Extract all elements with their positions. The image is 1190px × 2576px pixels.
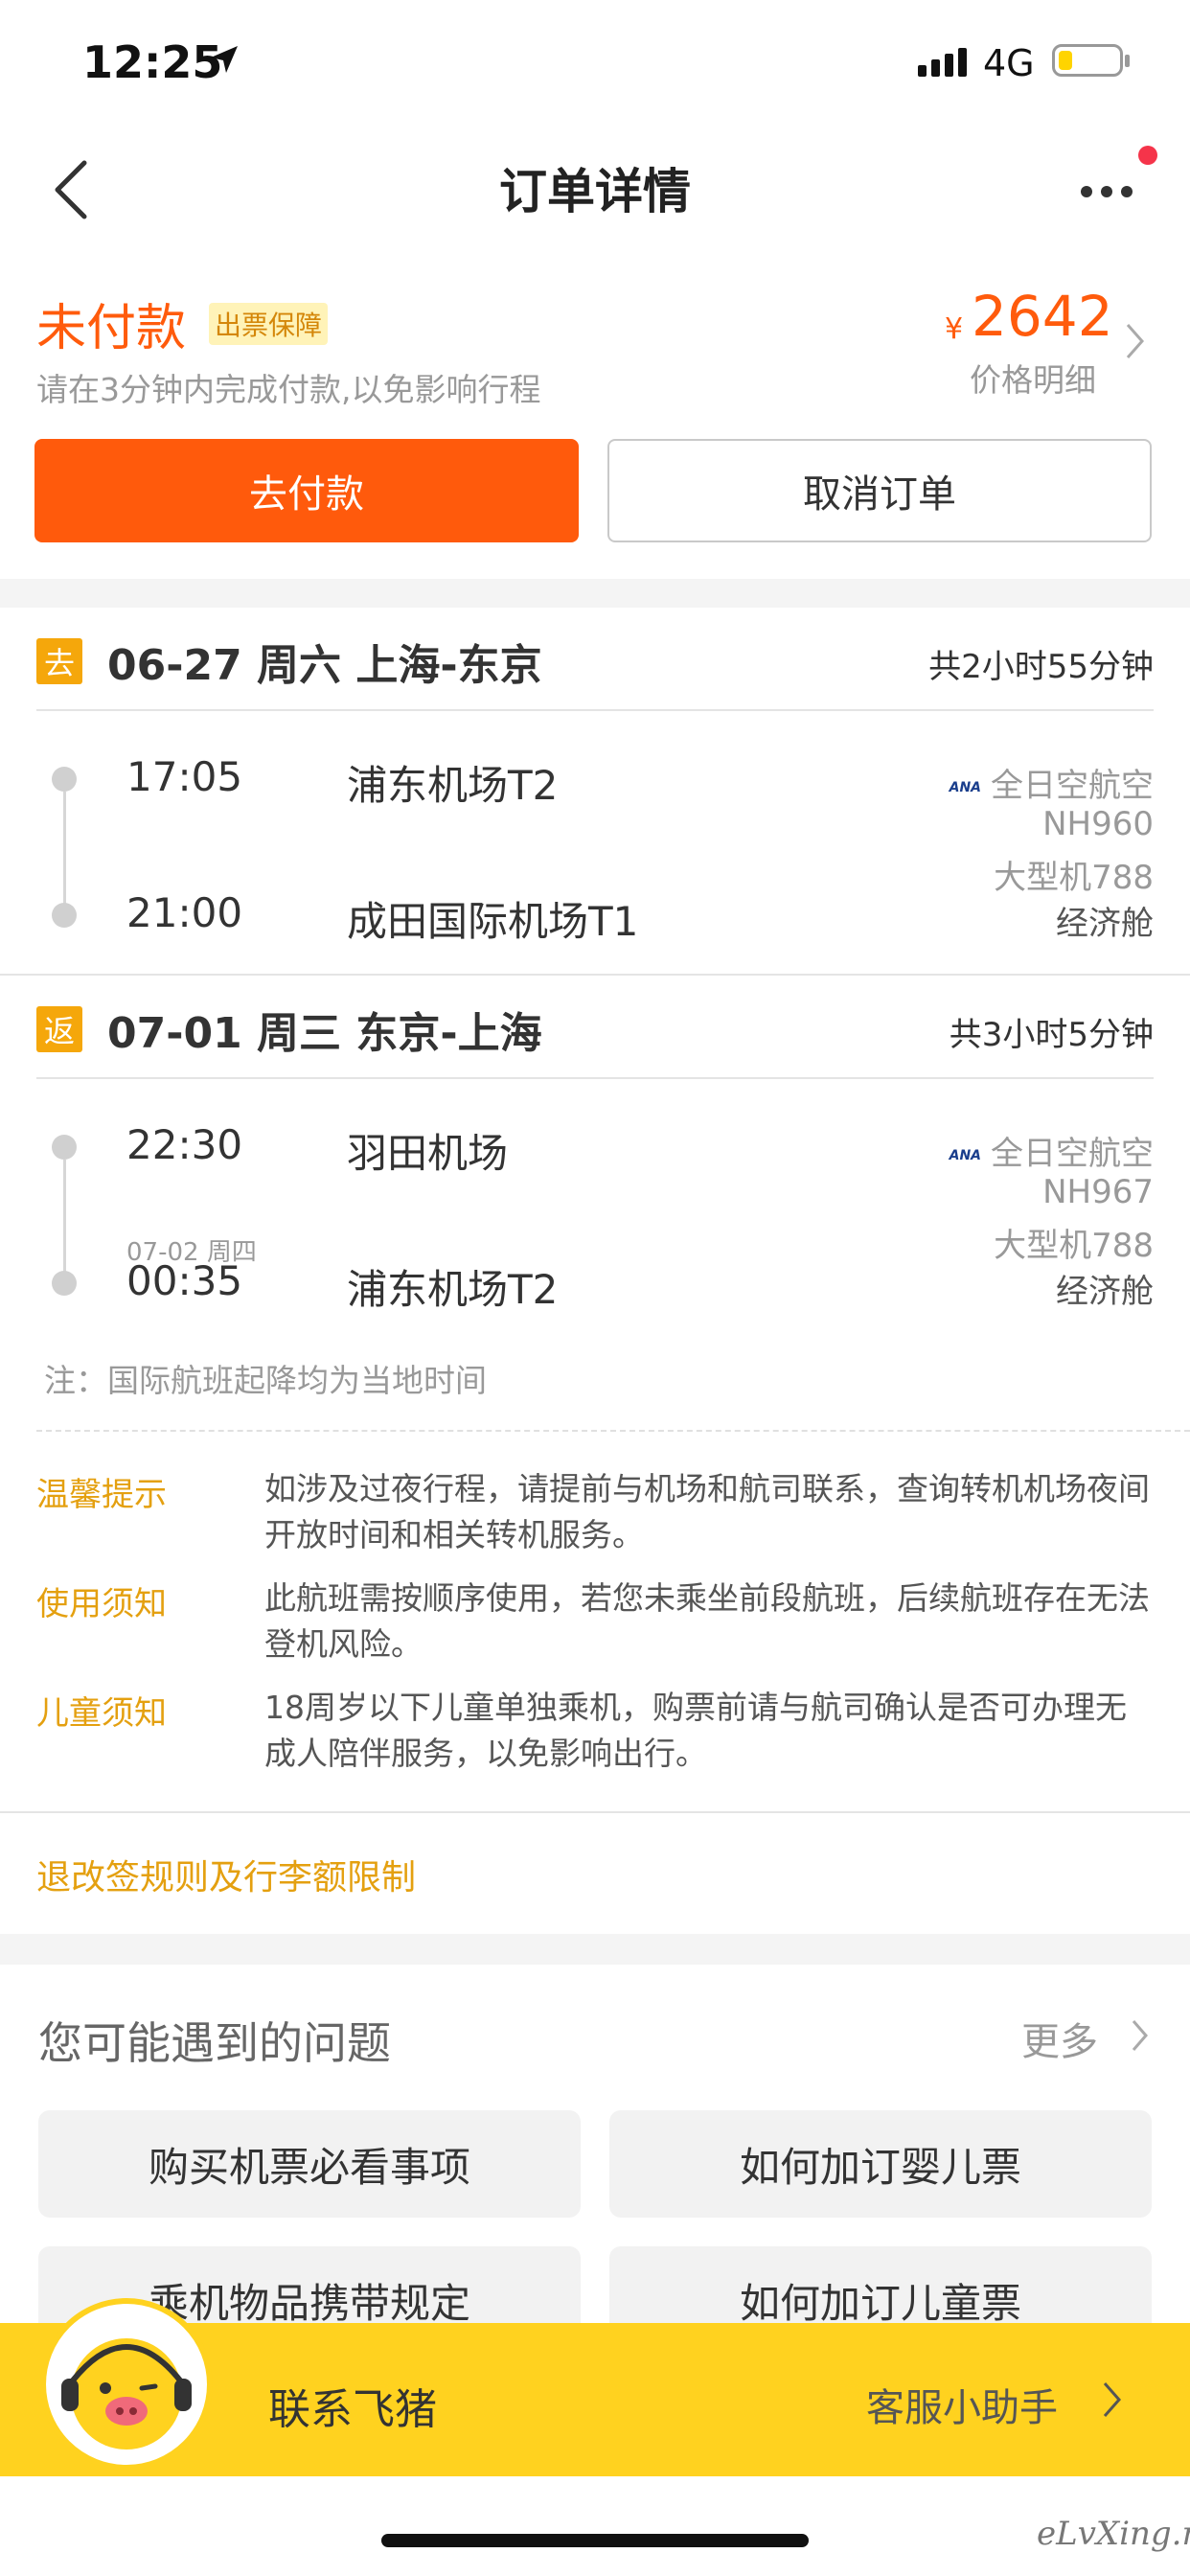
return-tag: 返 [36,1006,82,1052]
aircraft-type: 大型机788 [994,859,1154,897]
ana-logo-icon: ANA [949,1147,981,1163]
faq-more-link[interactable]: 更多 [1021,2011,1098,2066]
departure-time: 17:05 [126,753,243,800]
chevron-right-icon[interactable] [1131,2018,1150,2053]
order-price[interactable]: 2642 [972,284,1113,349]
outbound-route-title: 06-27 周六 上海-东京 [107,641,542,690]
price-detail-link[interactable]: 价格明细 [970,355,1096,401]
chevron-right-icon[interactable] [1125,322,1146,360]
airline-name: ANA 全日空航空 [949,767,1154,805]
aircraft-type: 大型机788 [994,1227,1154,1265]
flight-number: NH967 [1042,1173,1154,1211]
arrival-time: 21:00 [126,889,243,936]
tip-label: 儿童须知 [36,1694,167,1733]
section-divider [0,1934,1190,1965]
signal-icon [918,48,967,77]
more-options-icon[interactable] [1081,186,1133,197]
refund-baggage-rules-link[interactable]: 退改签规则及行李额限制 [36,1850,416,1899]
flight-number: NH960 [1042,805,1154,843]
timeline-line [63,792,66,914]
tip-label: 使用须知 [36,1585,167,1623]
faq-item[interactable]: 购买机票必看事项 [38,2110,581,2218]
pay-button[interactable]: 去付款 [34,439,579,542]
timeline-line [63,1160,66,1284]
airline-name: ANA 全日空航空 [949,1135,1154,1173]
order-status: 未付款 [36,300,187,357]
cancel-order-button[interactable]: 取消订单 [607,439,1152,542]
location-arrow-icon [211,46,238,73]
status-time: 12:25 [82,36,223,88]
home-indicator[interactable] [381,2534,809,2547]
divider [36,1077,1154,1079]
network-label: 4G [983,42,1035,84]
outbound-duration: 共2小时55分钟 [928,648,1154,686]
customer-service-assistant-link[interactable]: 客服小助手 [866,2377,1058,2432]
contact-fliggy-label[interactable]: 联系飞猪 [268,2375,437,2436]
departure-time: 22:30 [126,1121,243,1168]
divider [0,974,1190,976]
local-time-note: 注：国际航班起降均为当地时间 [44,1362,487,1399]
arrival-dot [52,903,77,928]
ana-logo-icon: ANA [949,779,981,795]
arrival-airport: 成田国际机场T1 [347,898,639,945]
faq-title: 您可能遇到的问题 [38,2017,391,2069]
payment-hint: 请在3分钟内完成付款,以免影响行程 [36,371,541,408]
dashed-divider [36,1430,1190,1432]
arrival-time: 00:35 [126,1257,243,1304]
arrival-airport: 浦东机场T2 [347,1266,559,1313]
home-area [0,2476,1190,2576]
cabin-class: 经济舱 [1056,905,1154,943]
chevron-right-icon[interactable] [1102,2380,1123,2419]
departure-dot [52,1135,77,1160]
tip-text: 18周岁以下儿童单独乘机，购票前请与航司确认是否可办理无成人陪伴服务，以免影响出… [264,1689,1127,1772]
page-title: 订单详情 [499,164,691,219]
battery-icon [1052,44,1130,77]
departure-airport: 羽田机场 [347,1130,509,1177]
faq-item[interactable]: 如何加订婴儿票 [609,2110,1152,2218]
tip-text: 此航班需按顺序使用，若您未乘坐前段航班，后续航班存在无法登机风险。 [264,1579,1150,1663]
departure-airport: 浦东机场T2 [347,762,559,809]
section-divider [0,579,1190,608]
arrival-dot [52,1271,77,1296]
tip-label: 温馨提示 [36,1476,167,1514]
divider [0,1811,1190,1813]
divider [36,709,1154,711]
notification-dot [1138,146,1157,165]
cabin-class: 经济舱 [1056,1273,1154,1311]
ticket-guarantee-badge: 出票保障 [209,303,329,345]
currency-symbol: ¥ [945,312,964,346]
return-duration: 共3小时5分钟 [949,1016,1154,1054]
watermark: eLvXing.net [1037,2515,1190,2553]
departure-dot [52,767,77,792]
fliggy-mascot-icon [40,2298,213,2471]
return-route-title: 07-01 周三 东京-上海 [107,1009,542,1058]
tip-text: 如涉及过夜行程，请提前与机场和航司联系，查询转机机场夜间开放时间和相关转机服务。 [264,1470,1150,1553]
outbound-tag: 去 [36,638,82,684]
